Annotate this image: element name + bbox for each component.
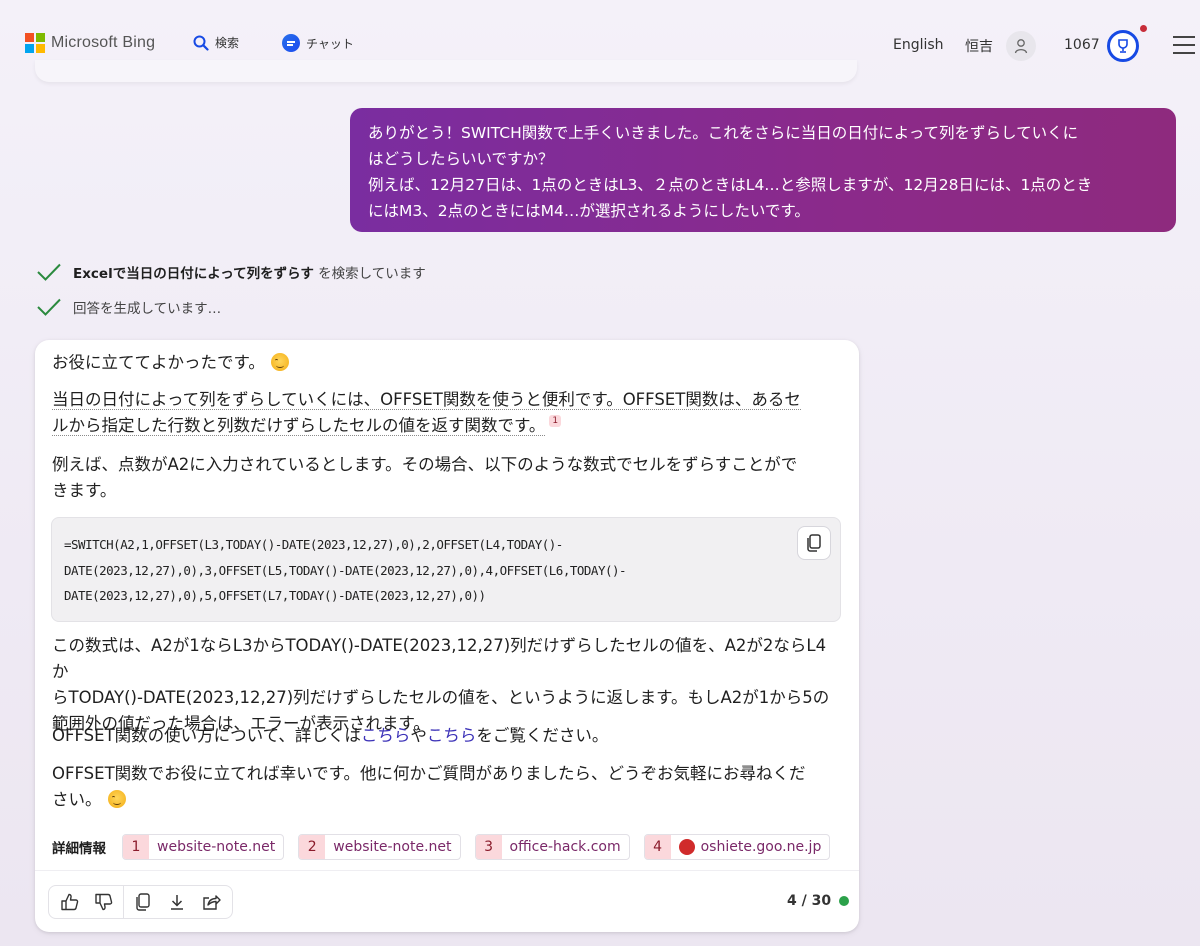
cited-text[interactable]: 当日の日付によって列をずらしていくには、OFFSET関数を使うと便利です。OFF…: [52, 390, 801, 410]
rewards-points[interactable]: 1067: [1064, 37, 1100, 53]
nav-chat-tab[interactable]: チャット: [282, 34, 354, 52]
search-status: Excelで当日の日付によって列をずらす を検索しています: [37, 262, 426, 282]
hamburger-menu-icon[interactable]: [1173, 36, 1195, 60]
checkmark-icon: [37, 263, 61, 281]
smile-emoji-icon: [107, 790, 126, 808]
goo-favicon-icon: [678, 839, 695, 855]
generating-status: 回答を生成しています…: [37, 297, 221, 317]
chat-icon: [282, 34, 300, 52]
sources-label: 詳細情報: [52, 841, 106, 857]
code-block: =SWITCH(A2,1,OFFSET(L3,TODAY()-DATE(2023…: [51, 517, 841, 622]
turn-counter: 4 / 30: [787, 893, 850, 909]
nav-search-tab[interactable]: 検索: [193, 34, 239, 51]
copy-button[interactable]: [126, 886, 160, 918]
citation-badge[interactable]: 1: [549, 415, 562, 427]
share-button[interactable]: [194, 886, 228, 918]
rewards-button[interactable]: [1107, 30, 1139, 62]
search-suffix: を検索しています: [313, 266, 426, 282]
search-icon: [193, 35, 209, 51]
user-message-line: ありがとう！SWITCH関数で上手くいきました。これをさらに当日の日付によって列…: [368, 124, 1079, 142]
trophy-icon: [1118, 39, 1128, 53]
reference-link[interactable]: こちら: [427, 726, 477, 745]
copy-code-button[interactable]: [797, 526, 831, 560]
copy-icon: [807, 534, 821, 552]
response-paragraph: 例えば、点数がA2に入力されているとします。その場合、以下のような数式でセルをず…: [52, 455, 798, 500]
nav-search-label: 検索: [215, 36, 240, 50]
download-icon: [171, 895, 183, 910]
cited-text[interactable]: ルから指定した行数と列数だけずらしたセルの値を返す関数です。: [52, 416, 546, 436]
bing-logo[interactable]: Microsoft Bing: [25, 33, 155, 53]
language-switch[interactable]: English: [893, 37, 944, 53]
code-line: DATE(2023,12,27),0),3,OFFSET(L5,TODAY()-…: [64, 562, 627, 578]
source-link[interactable]: 2 website-note.net: [298, 834, 461, 860]
notification-dot: [1140, 25, 1147, 32]
user-message-line: にはM3、2点のときにはM4…が選択されるようにしたいです。: [368, 202, 810, 220]
response-paragraph: OFFSET関数でお役に立てれば幸いです。他に何かご質問がありましたら、どうぞお…: [52, 764, 806, 809]
response-paragraph: この数式は、A2が1ならL3からTODAY()-DATE(2023,12,27)…: [52, 636, 830, 733]
share-icon: [203, 895, 221, 910]
status-dot-icon: [839, 896, 850, 906]
generating-text: 回答を生成しています…: [73, 301, 222, 317]
sources-list: 詳細情報 1 website-note.net 2 website-note.net…: [52, 834, 831, 860]
source-link[interactable]: 3 office-hack.com: [474, 834, 630, 860]
action-separator: [123, 886, 124, 918]
source-link[interactable]: 1 website-note.net: [122, 834, 285, 860]
response-actions: [48, 885, 233, 919]
bot-response-card: お役に立ててよかったです。 当日の日付によって列をずらしていくには、OFFSET…: [35, 340, 859, 932]
previous-message-card: [35, 60, 857, 82]
response-paragraph: 当日の日付によって列をずらしていくには、OFFSET関数を使うと便利です。OFF…: [52, 387, 836, 439]
copy-icon: [136, 893, 150, 911]
code-line: DATE(2023,12,27),0),5,OFFSET(L7,TODAY()-…: [64, 588, 486, 603]
reference-link[interactable]: こちら: [361, 726, 411, 745]
brand-name: Microsoft Bing: [51, 34, 156, 51]
smile-emoji-icon: [270, 353, 289, 371]
checkmark-icon: [37, 298, 61, 316]
response-paragraph: OFFSET関数の使い方について、詳しくはこちらやこちらをご覧ください。: [52, 726, 609, 745]
user-message-line: 例えば、12月27日は、1点のときはL3、２点のときはL4…と参照しますが、12…: [368, 176, 1093, 194]
user-message-bubble: ありがとう！SWITCH関数で上手くいきました。これをさらに当日の日付によって列…: [350, 108, 1176, 232]
user-message-line: はどうしたらいいですか？: [368, 150, 554, 168]
response-paragraph: お役に立ててよかったです。: [52, 350, 836, 376]
user-icon: [1014, 39, 1028, 54]
nav-chat-label: チャット: [306, 36, 354, 51]
thumbs-down-icon: [95, 893, 113, 911]
microsoft-logo-icon: [25, 33, 45, 53]
search-query: Excelで当日の日付によって列をずらす: [73, 266, 314, 282]
thumbs-down-button[interactable]: [87, 886, 121, 918]
user-name[interactable]: 恒吉: [965, 36, 993, 56]
avatar[interactable]: [1006, 31, 1036, 61]
thumbs-up-icon: [61, 893, 79, 911]
code-line: =SWITCH(A2,1,OFFSET(L3,TODAY()-DATE(2023…: [64, 537, 563, 552]
export-button[interactable]: [160, 886, 194, 918]
divider: [35, 870, 859, 871]
source-link[interactable]: 4 oshiete.goo.ne.jp: [643, 834, 831, 860]
thumbs-up-button[interactable]: [53, 886, 87, 918]
turn-count-text: 4 / 30: [787, 893, 832, 909]
